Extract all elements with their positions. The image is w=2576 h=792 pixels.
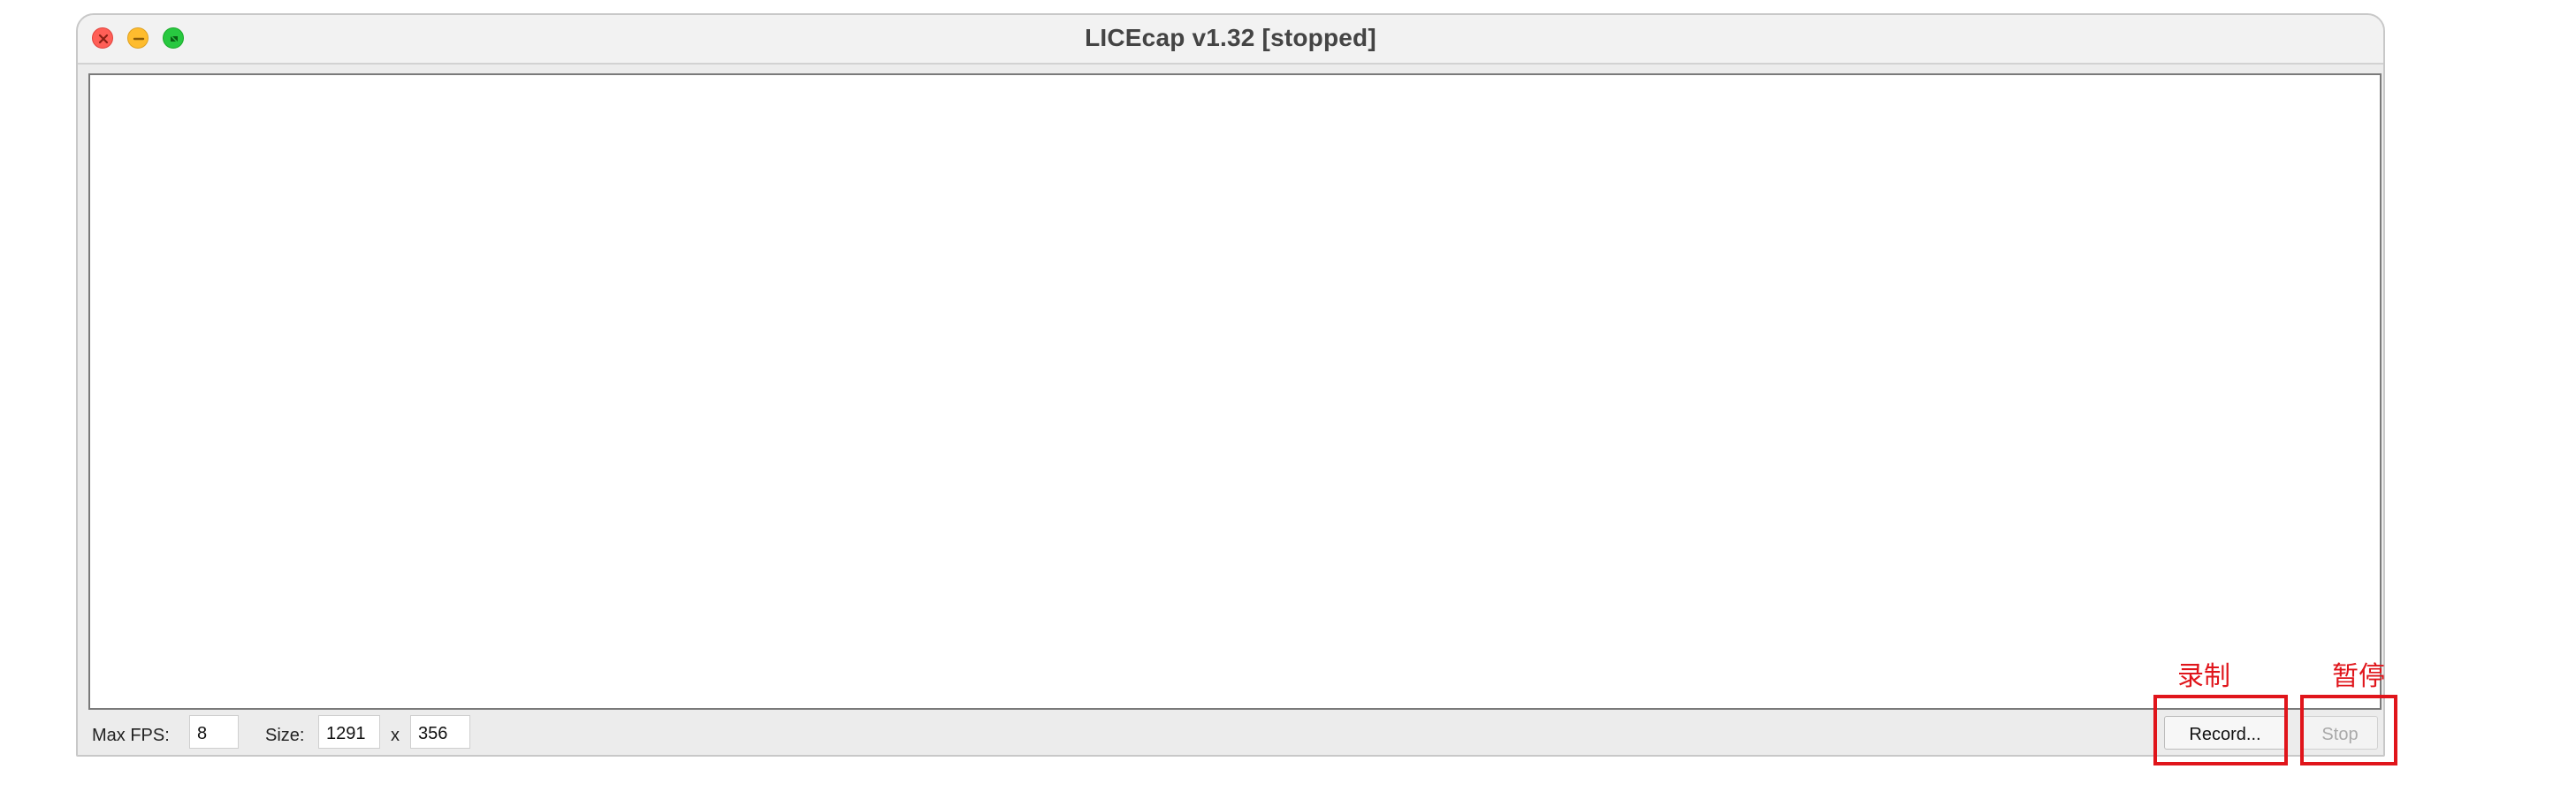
capture-area[interactable] bbox=[88, 73, 2382, 710]
title-bar[interactable]: LICEcap v1.32 [stopped] bbox=[78, 15, 2383, 65]
window-title: LICEcap v1.32 [stopped] bbox=[1085, 24, 1376, 51]
stop-annotation-box bbox=[2300, 695, 2397, 765]
max-fps-label: Max FPS: bbox=[92, 726, 170, 745]
width-input[interactable]: 1291 bbox=[318, 715, 380, 749]
size-label: Size: bbox=[265, 726, 305, 745]
licecap-window: LICEcap v1.32 [stopped] Max FPS: 8 Size:… bbox=[76, 13, 2385, 757]
bottom-toolbar: Max FPS: 8 Size: 1291 x 356 Record... St… bbox=[78, 712, 2383, 755]
height-input[interactable]: 356 bbox=[410, 715, 470, 749]
max-fps-input[interactable]: 8 bbox=[189, 715, 239, 749]
size-separator: x bbox=[391, 726, 400, 745]
record-annotation-box bbox=[2153, 695, 2288, 765]
stop-annotation-label: 暂停 bbox=[2332, 661, 2385, 692]
record-annotation-label: 录制 bbox=[2177, 661, 2230, 692]
